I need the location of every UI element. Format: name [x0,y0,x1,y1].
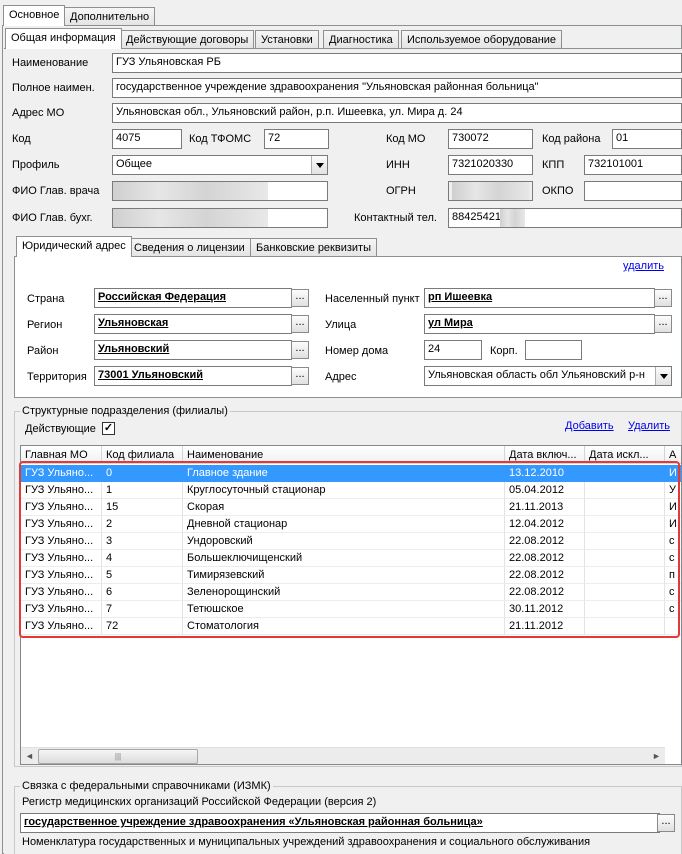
address-mo-label: Адрес МО [12,107,65,119]
district-code-field[interactable]: 01 [612,129,682,149]
izmk-title: Связка с федеральными справочниками (ИЗМ… [20,780,273,792]
ogrn-label: ОГРН [386,185,416,197]
house-label: Номер дома [325,345,389,357]
profile-label: Профиль [12,159,60,171]
territory-browse-button[interactable]: ... [291,367,309,385]
horizontal-scrollbar[interactable]: ◄ ||| ► [21,747,665,764]
delete-branch-link[interactable]: Удалить [628,420,670,432]
fullname-label: Полное наимен. [12,82,95,94]
chief-accountant-label: ФИО Глав. бухг. [12,212,93,224]
full-address-label: Адрес [325,371,357,383]
locality-field[interactable]: рп Ишеевка [424,288,655,308]
scroll-thumb[interactable]: ||| [38,749,198,764]
tab-general-info[interactable]: Общая информация [5,28,122,49]
tab-legal-address[interactable]: Юридический адрес [16,236,132,257]
locality-browse-button[interactable]: ... [654,289,672,307]
kpp-field[interactable]: 732101001 [584,155,682,175]
corp-label: Корп. [490,345,518,357]
region-label: Регион [27,319,63,331]
district-code-label: Код района [542,133,601,145]
nomenclature-label: Номенклатура государственных и муниципал… [22,836,591,848]
tab-bank[interactable]: Банковские реквизиты [250,238,377,257]
fullname-field[interactable]: государственное учреждение здравоохранен… [112,78,682,98]
active-filter-checkbox[interactable]: ✓ [102,422,115,435]
chevron-down-icon[interactable] [655,367,671,385]
phone-label: Контактный тел. [354,212,437,224]
region-field[interactable]: Ульяновская [94,314,292,334]
scroll-right-icon[interactable]: ► [648,748,665,764]
redacted-blur [113,182,268,200]
name-label: Наименование [12,57,89,69]
tab-license[interactable]: Сведения о лицензии [128,238,251,257]
redacted-blur [113,209,268,227]
highlight-box [19,461,680,638]
registry-label: Регистр медицинских организаций Российск… [22,796,377,808]
territory-field[interactable]: 73001 Ульяновский [94,366,292,386]
name-field[interactable]: ГУЗ Ульяновская РБ [112,53,682,73]
tab-settings[interactable]: Установки [255,30,319,49]
active-filter-label: Действующие [25,423,96,435]
inn-field[interactable]: 7321020330 [448,155,533,175]
code-mo-label: Код МО [386,133,426,145]
code-label: Код [12,133,31,145]
corp-field[interactable] [525,340,582,360]
kpp-label: КПП [542,159,565,171]
redacted-blur [452,182,530,200]
tab-additional[interactable]: Дополнительно [64,7,156,26]
profile-value: Общее [116,158,153,170]
code-mo-field[interactable]: 730072 [448,129,533,149]
tab-main[interactable]: Основное [3,5,66,26]
redacted-blur [500,209,525,227]
address-mo-field[interactable]: Ульяновская обл., Ульяновский район, р.п… [112,103,682,123]
branches-title: Структурные подразделения (филиалы) [20,405,230,417]
chevron-down-icon[interactable] [311,156,327,174]
country-browse-button[interactable]: ... [291,289,309,307]
okpo-field[interactable] [584,181,682,201]
tfoms-field[interactable]: 72 [264,129,329,149]
tab-diagnostics[interactable]: Диагностика [323,30,399,49]
full-address-value: Ульяновская область обл Ульяновский р-н [428,369,645,381]
locality-label: Населенный пункт [325,293,420,305]
house-field[interactable]: 24 [424,340,482,360]
street-label: Улица [325,319,357,331]
tab-contracts[interactable]: Действующие договоры [120,30,255,49]
registry-browse-button[interactable]: ... [657,814,675,832]
country-field[interactable]: Российская Федерация [94,288,292,308]
okpo-label: ОКПО [542,185,574,197]
profile-select[interactable]: Общее [112,155,328,175]
district-label: Район [27,345,59,357]
district-field[interactable]: Ульяновский [94,340,292,360]
code-field[interactable]: 4075 [112,129,182,149]
territory-label: Территория [27,371,87,383]
district-browse-button[interactable]: ... [291,341,309,359]
tab-equipment[interactable]: Используемое оборудование [401,30,563,49]
chief-doctor-label: ФИО Глав. врача [12,185,100,197]
full-address-select[interactable]: Ульяновская область обл Ульяновский р-н [424,366,672,386]
tfoms-label: Код ТФОМС [189,133,252,145]
street-field[interactable]: ул Мира [424,314,655,334]
address-delete-link[interactable]: удалить [623,260,664,272]
region-browse-button[interactable]: ... [291,315,309,333]
add-branch-link[interactable]: Добавить [565,420,614,432]
phone-field[interactable]: 88425421 [448,208,682,228]
country-label: Страна [27,293,65,305]
street-browse-button[interactable]: ... [654,315,672,333]
inn-label: ИНН [386,159,410,171]
scroll-left-icon[interactable]: ◄ [21,748,38,764]
registry-field[interactable]: государственное учреждение здравоохранен… [20,813,660,833]
